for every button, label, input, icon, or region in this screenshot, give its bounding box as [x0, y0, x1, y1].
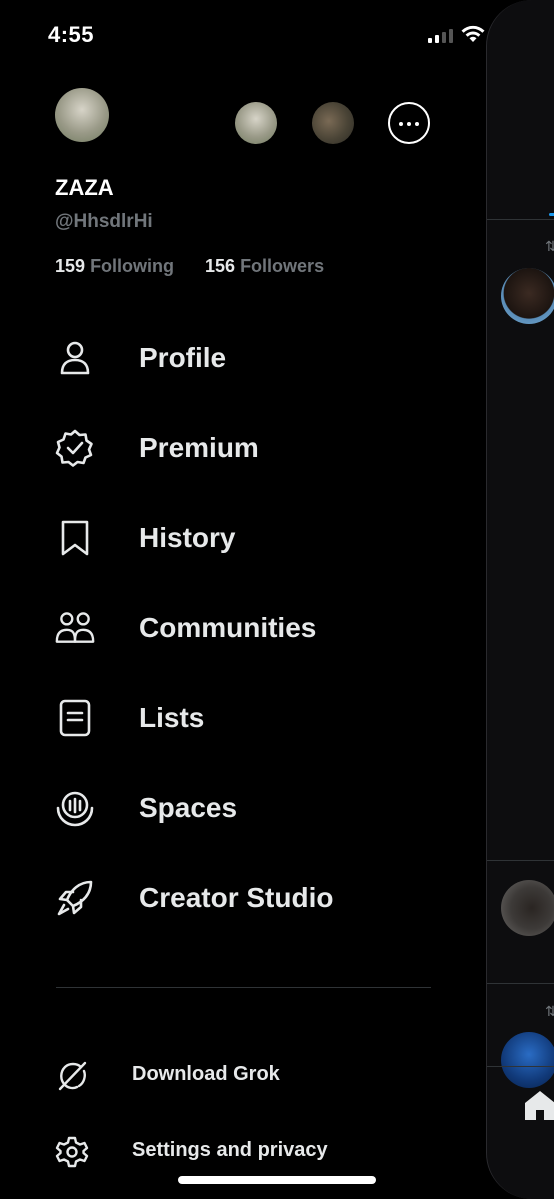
gear-icon — [55, 1136, 89, 1168]
timeline-peek[interactable]: ⇅ ⇅ — [486, 0, 554, 1199]
rocket-icon — [57, 880, 93, 916]
followers-link[interactable]: 156 Followers — [205, 256, 324, 277]
menu-label: Creator Studio — [139, 882, 334, 913]
tweet-divider — [487, 860, 554, 861]
menu-item-download-grok[interactable]: Download Grok — [0, 1049, 470, 1099]
menu-label: Spaces — [139, 792, 238, 823]
status-time: 4:55 — [48, 22, 95, 47]
menu-label: Download Grok — [132, 1063, 280, 1085]
menu-label: Communities — [139, 612, 317, 643]
following-label: Following — [90, 256, 175, 276]
home-icon[interactable] — [523, 1088, 554, 1122]
menu-item-communities[interactable]: Communities — [0, 592, 470, 662]
followers-label: Followers — [240, 256, 325, 276]
more-dot — [407, 122, 411, 126]
tweet-avatar[interactable] — [501, 1032, 554, 1088]
menu-label: Lists — [139, 702, 205, 733]
menu-item-lists[interactable]: Lists — [0, 682, 470, 752]
tabbar-divider — [487, 1066, 554, 1067]
menu-label: Settings and privacy — [132, 1139, 328, 1161]
more-dot — [399, 122, 403, 126]
menu-label: Premium — [139, 432, 259, 463]
tweet-divider — [487, 983, 554, 984]
more-dot — [415, 122, 419, 126]
microphone-icon — [56, 791, 94, 827]
menu-label: History — [139, 522, 236, 553]
repost-icon: ⇅ — [545, 238, 554, 255]
more-accounts-button[interactable] — [388, 102, 430, 144]
menu-divider — [56, 987, 431, 988]
person-icon — [60, 341, 90, 375]
menu-item-settings[interactable]: Settings and privacy — [0, 1125, 470, 1175]
list-icon — [59, 699, 91, 737]
bookmark-icon — [61, 520, 89, 556]
repost-icon: ⇅ — [545, 1003, 554, 1020]
switch-account-avatar[interactable] — [235, 102, 277, 144]
tweet-avatar[interactable] — [501, 268, 554, 324]
user-handle[interactable]: @HhsdlrHi — [55, 211, 153, 233]
display-name[interactable]: ZAZA — [55, 175, 114, 201]
following-count: 159 — [55, 256, 86, 276]
menu-item-profile[interactable]: Profile — [0, 322, 470, 392]
people-icon — [55, 612, 95, 643]
menu-label: Profile — [139, 342, 227, 373]
menu-item-creator-studio[interactable]: Creator Studio — [0, 862, 470, 932]
following-link[interactable]: 159 Following — [55, 256, 174, 277]
followers-count: 156 — [205, 256, 236, 276]
menu-item-spaces[interactable]: Spaces — [0, 772, 470, 842]
status-bar: 4:55 18 — [0, 0, 554, 70]
menu-item-history[interactable]: History — [0, 502, 470, 572]
cellular-signal-icon — [428, 29, 453, 43]
wifi-icon — [461, 25, 485, 42]
profile-avatar[interactable] — [55, 88, 109, 142]
active-tab-indicator — [549, 213, 554, 216]
tab-divider — [487, 219, 554, 220]
menu-item-premium[interactable]: Premium — [0, 412, 470, 482]
grok-icon — [58, 1061, 87, 1091]
verified-badge-icon — [55, 429, 93, 467]
switch-account-avatar[interactable] — [312, 102, 354, 144]
home-indicator[interactable] — [178, 1176, 376, 1184]
tweet-avatar[interactable] — [501, 880, 554, 936]
